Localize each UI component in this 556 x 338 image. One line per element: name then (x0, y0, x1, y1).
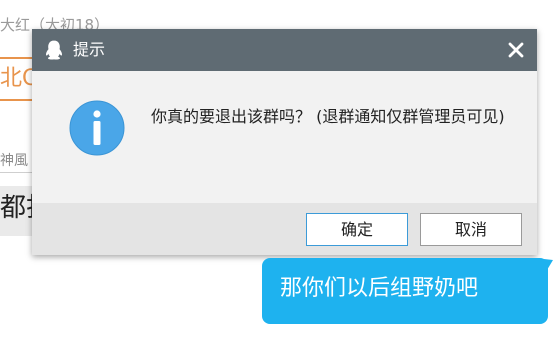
dialog-footer: 确定 取消 (32, 203, 537, 255)
confirm-button[interactable]: 确定 (306, 213, 408, 246)
chat-bubble-tail (535, 258, 553, 280)
confirm-dialog: 提示 你真的要退出该群吗？ (退群通知仅群管理员可见) 确定 取消 (32, 29, 537, 255)
close-icon[interactable] (503, 37, 529, 63)
dialog-titlebar: 提示 (32, 29, 537, 71)
chat-bubble: 那你们以后组野奶吧 (262, 258, 548, 324)
dialog-message: 你真的要退出该群吗？ (退群通知仅群管理员可见) (151, 107, 505, 126)
info-icon (69, 100, 125, 156)
chat-bubble-text: 那你们以后组野奶吧 (280, 276, 479, 301)
screen: 大红（大初18） 北CF 神風 都打 提示 你真的要退出该群吗？ (退群通知仅群… (0, 0, 556, 338)
cancel-button[interactable]: 取消 (420, 213, 522, 246)
dialog-title: 提示 (73, 40, 106, 59)
qq-penguin-icon (46, 40, 62, 60)
